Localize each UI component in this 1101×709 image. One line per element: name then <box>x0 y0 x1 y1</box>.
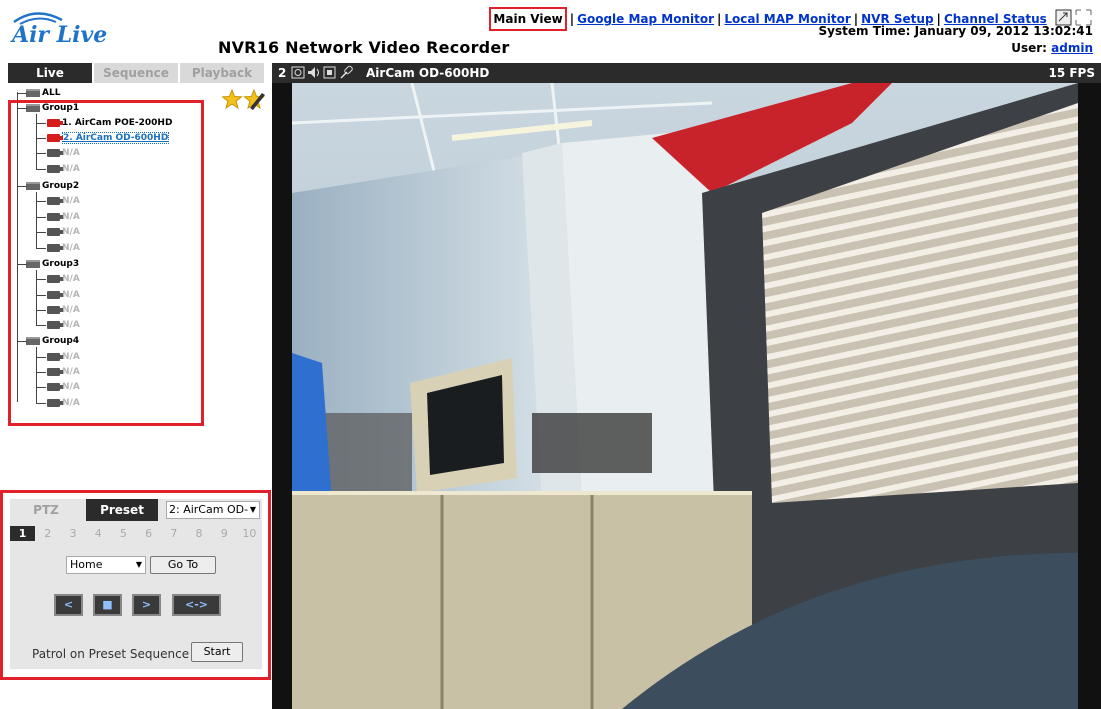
star-icon[interactable] <box>221 88 243 110</box>
video-toolbar <box>291 65 363 84</box>
snapshot-icon[interactable] <box>291 66 305 79</box>
system-time: System Time: January 09, 2012 13:02:41 <box>819 24 1093 38</box>
channel-number: 2 <box>278 66 287 80</box>
speaker-icon[interactable] <box>308 67 319 78</box>
user-link[interactable]: admin <box>1051 41 1093 55</box>
airlive-logo: Air Live <box>8 8 128 48</box>
highlight-box-camera-tree <box>8 100 204 426</box>
expand-icon[interactable] <box>1075 9 1092 26</box>
nav-google-map-monitor[interactable]: Google Map Monitor <box>577 12 714 26</box>
video-view[interactable] <box>272 83 1101 709</box>
fullscreen-box-icon[interactable] <box>1055 9 1072 26</box>
system-time-label: System Time: <box>818 24 911 38</box>
nav-main-view[interactable]: Main View <box>489 7 567 31</box>
logo-text: Air Live <box>10 22 107 48</box>
page-title: NVR16 Network Video Recorder <box>218 38 510 57</box>
video-camera-name: AirCam OD-600HD <box>366 66 490 80</box>
record-icon[interactable] <box>323 66 336 79</box>
folder-icon <box>26 88 40 97</box>
star-edit-icon[interactable] <box>243 88 266 110</box>
highlight-box-ptz-panel <box>0 490 271 680</box>
tree-all-label: ALL <box>42 88 61 98</box>
tree-all[interactable]: ALL <box>14 86 60 100</box>
left-tabs: Live Sequence Playback <box>8 63 264 83</box>
tab-playback[interactable]: Playback <box>180 63 264 83</box>
microphone-icon[interactable] <box>340 65 353 79</box>
user-label: User: <box>1011 41 1047 55</box>
tab-sequence[interactable]: Sequence <box>94 63 178 83</box>
favorites-icons <box>221 88 266 116</box>
video-title-bar: 2 AirCam OD-600HD 15 FPS <box>272 63 1101 83</box>
system-time-value: January 09, 2012 13:02:41 <box>914 24 1093 38</box>
camera-feed-image <box>292 83 1078 709</box>
tab-live[interactable]: Live <box>8 63 92 83</box>
user-info: User: admin <box>1011 41 1093 55</box>
video-fps: 15 FPS <box>1048 66 1095 80</box>
